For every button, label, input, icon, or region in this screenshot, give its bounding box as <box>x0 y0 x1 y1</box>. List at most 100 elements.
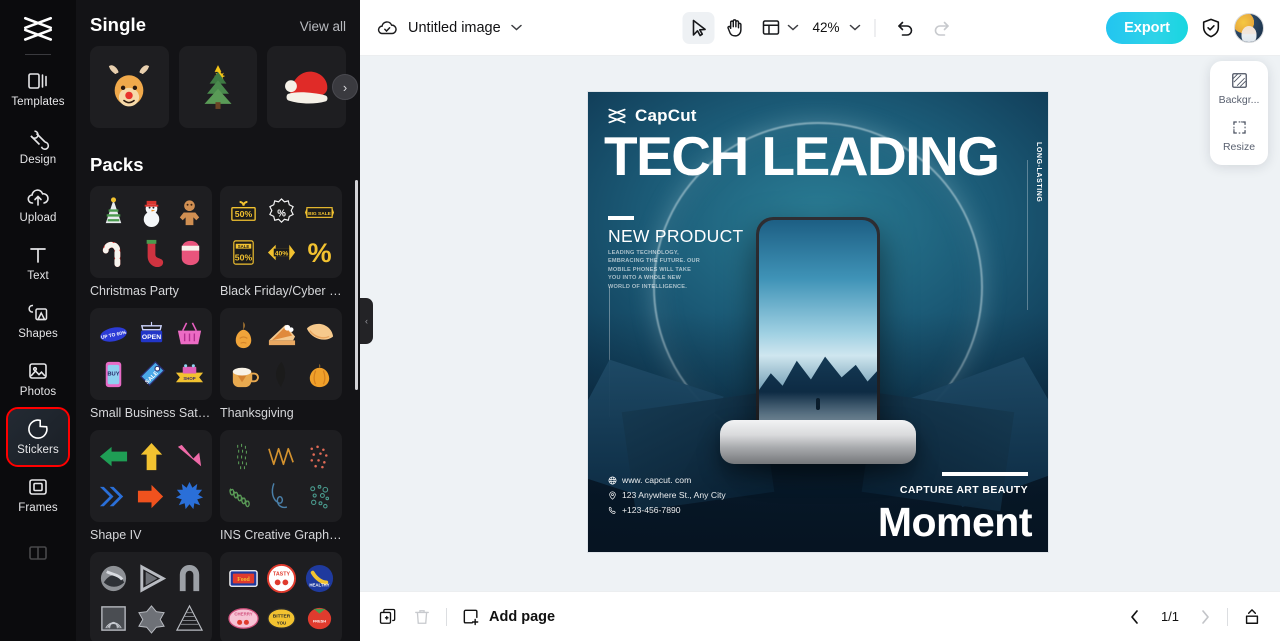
resize-tool-button[interactable]: Resize <box>1212 118 1266 153</box>
layout-tool-group[interactable] <box>754 12 799 44</box>
layout-tool-button[interactable] <box>754 12 786 44</box>
sticker-reindeer[interactable] <box>90 46 169 128</box>
single-next-arrow[interactable]: › <box>332 74 358 100</box>
export-button[interactable]: Export <box>1106 11 1188 44</box>
sticker-christmas-tree[interactable] <box>178 46 258 128</box>
shopping-basket-icon <box>177 322 201 344</box>
select-tool-button[interactable] <box>682 11 715 44</box>
more-panels-icon <box>26 541 50 565</box>
sidebar-item-frames[interactable]: Frames <box>8 467 68 523</box>
pack-small-business[interactable]: UP TO 60% OPEN BUY SALE SHOP Small Busin… <box>90 308 212 420</box>
tasty-badge-icon: TASTY <box>266 563 296 593</box>
poster-contact-list: www. capcut. com 123 Anywhere St., Any C… <box>608 473 726 518</box>
pack-black-friday[interactable]: 50% % BIG SALE SALE 50% 40% % Black Frida… <box>220 186 342 298</box>
background-icon <box>1231 73 1247 88</box>
pack-christmas-party[interactable]: Christmas Party <box>90 186 212 298</box>
single-stickers-row: › <box>90 46 358 128</box>
zoom-chevron-down-icon[interactable] <box>849 22 861 34</box>
pack-ins-creative[interactable]: INS Creative Graphics <box>220 430 342 542</box>
next-page-button[interactable] <box>1197 609 1213 625</box>
sidebar-label-frames: Frames <box>18 502 58 514</box>
panel-collapse-handle[interactable]: ‹ <box>360 298 373 344</box>
left-sidebar: Templates Design Upload Text Shapes Phot… <box>0 0 76 641</box>
blue-starburst-icon <box>175 481 203 509</box>
contact-website: www. capcut. com <box>608 473 726 488</box>
view-all-link[interactable]: View all <box>300 19 346 34</box>
capcut-editor: Templates Design Upload Text Shapes Phot… <box>0 0 1280 641</box>
cloud-check-icon[interactable] <box>376 17 398 39</box>
prev-page-button[interactable] <box>1127 609 1143 625</box>
packs-title: Packs <box>90 154 144 175</box>
pack-shape-iv[interactable]: Shape IV <box>90 430 212 542</box>
contact-website-text: www. capcut. com <box>622 475 692 485</box>
poster-phone-mockup <box>756 217 880 449</box>
sidebar-item-templates[interactable]: Templates <box>8 61 68 117</box>
stickers-panel-scroll[interactable]: Single View all › Packs Christmas Party … <box>76 0 360 641</box>
toolbar-center-group: 42% <box>682 11 958 44</box>
poster-brand: CapCut <box>606 106 697 126</box>
sidebar-label-stickers: Stickers <box>17 444 59 456</box>
sidebar-label-shapes: Shapes <box>18 328 58 340</box>
trash-icon[interactable] <box>412 607 432 627</box>
redo-button[interactable] <box>926 12 958 44</box>
up-to-60-badge-icon: UP TO 60% <box>99 326 127 342</box>
layout-chevron-down-icon[interactable] <box>787 22 799 34</box>
sidebar-item-text[interactable]: Text <box>8 235 68 291</box>
metal-arch-icon <box>179 564 199 591</box>
stocking-icon <box>146 239 163 267</box>
gingerbread-icon <box>179 199 199 225</box>
buy-phone-icon: BUY <box>105 361 121 387</box>
gourd-icon <box>235 321 251 348</box>
zoom-level-value[interactable]: 42% <box>812 20 839 35</box>
poster-caption: CAPTURE ART BEAUTY <box>899 484 1028 496</box>
user-avatar[interactable] <box>1234 12 1264 43</box>
background-tool-button[interactable]: Backgr... <box>1212 71 1266 106</box>
pack-label-small-business: Small Business Saturd... <box>90 406 212 420</box>
sidebar-item-shapes[interactable]: Shapes <box>8 293 68 349</box>
pack-food-badges[interactable]: Food TASTY HEALTHY CHERRY BITTER YOU FRES… <box>220 552 342 641</box>
undo-button[interactable] <box>890 12 922 44</box>
poster-title: TECH LEADING <box>604 125 1000 187</box>
canvas-area[interactable]: Page 1 CapCut TECH LEADING LONG-LASTING … <box>360 56 1280 591</box>
svg-text:SHOP: SHOP <box>183 375 195 380</box>
shield-check-icon[interactable] <box>1200 17 1222 39</box>
pack-metal-shapes[interactable] <box>90 552 212 641</box>
pack-label-shape-iv: Shape IV <box>90 528 142 542</box>
add-page-button[interactable]: Add page <box>461 607 555 627</box>
hand-tool-button[interactable] <box>718 12 750 44</box>
sale-price-tag-icon: SALE <box>139 360 165 386</box>
svg-text:%: % <box>277 208 286 219</box>
sidebar-item-more[interactable] <box>8 525 68 581</box>
location-icon <box>609 491 616 500</box>
duplicate-page-icon[interactable] <box>378 607 398 627</box>
contact-address-text: 123 Anywhere St., Any City <box>622 490 726 500</box>
sidebar-item-upload[interactable]: Upload <box>8 177 68 233</box>
sidebar-item-design[interactable]: Design <box>8 119 68 175</box>
main-area: Untitled image 42% Export CapCut TECH LE… <box>360 0 1280 641</box>
blue-squiggle-icon <box>271 482 287 508</box>
pack-thumb-small-business: UP TO 60% OPEN BUY SALE SHOP <box>90 308 212 400</box>
contact-phone-text: +123-456-7890 <box>622 505 681 515</box>
pink-diagonal-arrow-icon <box>177 444 201 466</box>
metal-knot-icon <box>100 565 126 591</box>
green-left-arrow-icon <box>99 446 127 466</box>
pack-thanksgiving[interactable]: Thanksgiving <box>220 308 342 420</box>
canvas-right-tools: Backgr... Resize <box>1210 61 1268 165</box>
templates-icon <box>26 69 50 93</box>
gift-50-icon: 50% <box>230 200 256 221</box>
svg-text:CHERRY: CHERRY <box>234 611 252 616</box>
svg-text:Food: Food <box>237 576 250 582</box>
panel-scrollbar[interactable] <box>355 180 358 390</box>
bitter-you-badge-icon: BITTERYOU <box>266 607 296 629</box>
sidebar-item-photos[interactable]: Photos <box>8 351 68 407</box>
photos-icon <box>26 359 50 383</box>
metal-pyramid-icon <box>175 604 203 631</box>
expand-pages-icon[interactable] <box>1242 607 1262 627</box>
poster-artboard[interactable]: CapCut TECH LEADING LONG-LASTING NEW PRO… <box>588 92 1048 552</box>
capcut-logo-icon[interactable] <box>21 14 55 44</box>
resize-icon <box>1232 121 1246 134</box>
pack-label-ins-creative: INS Creative Graphics <box>220 528 342 542</box>
document-title[interactable]: Untitled image <box>408 20 501 36</box>
sidebar-item-stickers[interactable]: Stickers <box>6 407 70 467</box>
document-title-chevron-down-icon[interactable] <box>510 22 522 34</box>
